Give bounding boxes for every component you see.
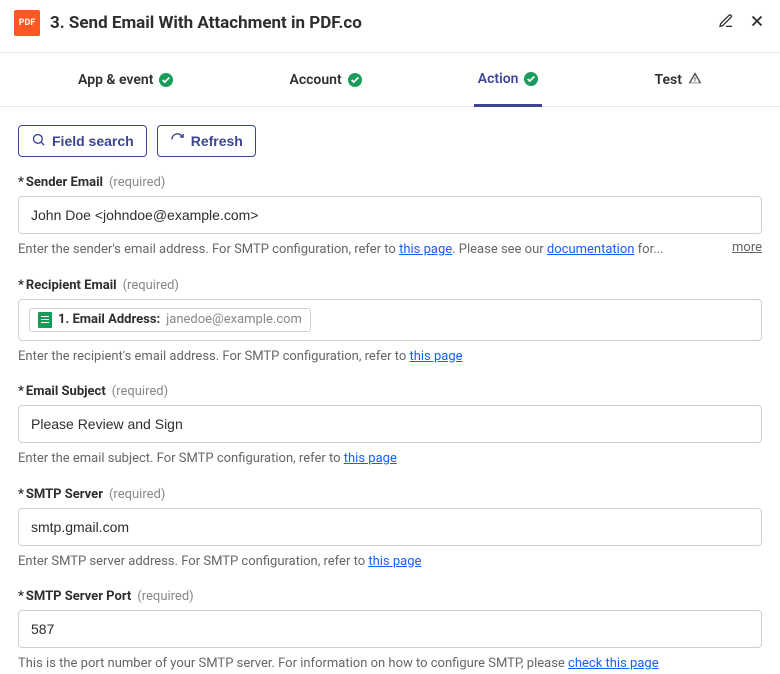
edit-icon[interactable] [718,13,734,33]
field-label: *Sender Email(required) [18,175,762,190]
tab-label: Test [655,72,682,88]
help-link[interactable]: this page [399,242,452,257]
field-label: *Recipient Email(required) [18,278,762,293]
content: Field search Refresh *Sender Email(requi… [0,107,780,674]
tab-label: Action [478,71,519,87]
field-help: This is the port number of your SMTP ser… [18,654,762,674]
mapped-field-pill[interactable]: 1. Email Address: janedoe@example.com [29,308,311,332]
help-link[interactable]: documentation [547,242,635,257]
help-link[interactable]: this page [344,451,397,466]
tab-test[interactable]: Test [651,53,706,106]
field-label: *Email Subject(required) [18,384,762,399]
tab-label: App & event [78,72,153,88]
field-label: *SMTP Server(required) [18,487,762,502]
check-icon [348,73,362,87]
field-smtp-server: *SMTP Server(required) Enter SMTP server… [18,487,762,572]
field-search-button[interactable]: Field search [18,125,147,157]
sheets-icon [38,312,52,328]
email-subject-input[interactable] [18,405,762,443]
tab-action[interactable]: Action [474,54,543,107]
smtp-server-input[interactable] [18,508,762,546]
tabs: App & event Account Action Test [0,53,780,107]
help-link[interactable]: this page [409,349,462,364]
field-help: Enter SMTP server address. For SMTP conf… [18,552,762,572]
smtp-port-input[interactable] [18,610,762,648]
search-icon [31,132,46,150]
pill-value: janedoe@example.com [166,312,302,327]
more-link[interactable]: more [732,240,762,255]
header: PDF 3. Send Email With Attachment in PDF… [0,0,780,53]
refresh-icon [170,132,185,150]
tab-app-event[interactable]: App & event [74,53,177,106]
help-link[interactable]: this page [368,554,421,569]
sender-email-input[interactable] [18,196,762,234]
field-email-subject: *Email Subject(required) Enter the email… [18,384,762,469]
button-label: Refresh [191,133,243,149]
button-label: Field search [52,133,134,149]
field-smtp-port: *SMTP Server Port(required) This is the … [18,589,762,674]
warning-icon [688,71,702,89]
refresh-button[interactable]: Refresh [157,125,256,157]
check-icon [524,72,538,86]
app-icon: PDF [14,10,40,36]
check-icon [159,73,173,87]
header-actions [718,12,766,34]
help-link[interactable]: check this page [568,656,659,671]
toolbar: Field search Refresh [18,125,762,157]
field-help: Enter the email subject. For SMTP config… [18,449,762,469]
field-label: *SMTP Server Port(required) [18,589,762,604]
field-sender-email: *Sender Email(required) Enter the sender… [18,175,762,260]
field-help: Enter the recipient's email address. For… [18,347,762,367]
field-help: Enter the sender's email address. For SM… [18,240,664,260]
pill-label: 1. Email Address: [58,312,160,327]
tab-account[interactable]: Account [285,53,365,106]
close-icon[interactable] [748,12,766,34]
tab-label: Account [289,72,341,88]
page-title: 3. Send Email With Attachment in PDF.co [50,13,708,33]
field-recipient-email: *Recipient Email(required) 1. Email Addr… [18,278,762,367]
recipient-email-input[interactable]: 1. Email Address: janedoe@example.com [18,299,762,341]
